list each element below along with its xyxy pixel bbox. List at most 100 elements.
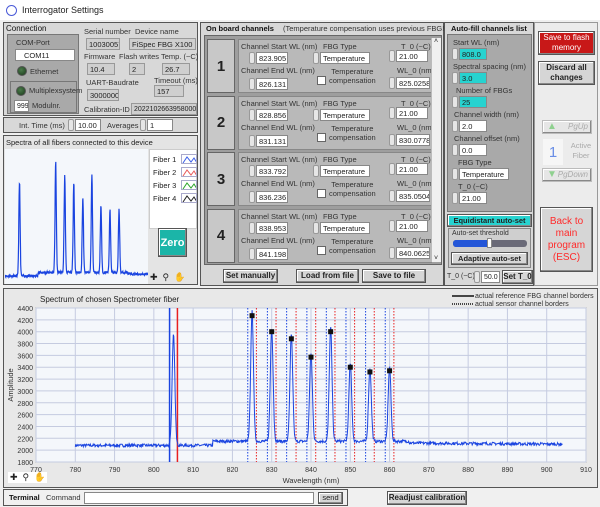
int-time-spinner[interactable] xyxy=(68,119,74,131)
start-wl-spinner[interactable] xyxy=(452,48,458,60)
scroll-down-icon[interactable]: ˅ xyxy=(434,255,438,262)
end-wl-spinner[interactable] xyxy=(249,247,255,260)
t0-input[interactable]: 21.00 xyxy=(396,50,428,62)
pgup-button[interactable]: ▲ PgUp xyxy=(542,120,592,134)
multiplex-led[interactable] xyxy=(16,86,26,96)
wl0-spinner[interactable] xyxy=(389,246,395,259)
legend-item[interactable]: Fiber 4 xyxy=(153,192,197,204)
send-button[interactable]: send xyxy=(318,492,343,504)
end-wl-input[interactable]: 841.198 xyxy=(256,247,288,260)
temperature-compensation-checkbox[interactable] xyxy=(317,189,326,198)
ethernet-led[interactable] xyxy=(17,66,27,76)
crosshair-icon[interactable]: ✚ xyxy=(10,472,18,483)
end-wl-input[interactable]: 826.131 xyxy=(256,78,288,90)
back-to-main-button[interactable]: Back to main program (ESC) xyxy=(540,207,593,272)
start-wl-spinner[interactable] xyxy=(249,108,255,121)
wl0-input[interactable]: 835.0504 xyxy=(396,190,430,202)
t0-input[interactable]: 21.00 xyxy=(396,106,428,119)
autofill-type-spinner[interactable] xyxy=(452,168,458,180)
wl0-input[interactable]: 830.0778 xyxy=(396,133,430,146)
equidistant-autoset-button[interactable]: Equidistant auto-set xyxy=(447,214,532,227)
wl0-input[interactable]: 825.0258 xyxy=(396,77,430,89)
all-fibers-plot[interactable] xyxy=(5,149,148,284)
fbg-count-input[interactable]: 25 xyxy=(459,96,487,108)
width-spinner[interactable] xyxy=(452,120,458,132)
zoom-icon[interactable]: ⚲ xyxy=(23,472,30,483)
fbg-type-spinner[interactable] xyxy=(313,52,319,64)
temperature-compensation-checkbox[interactable] xyxy=(317,245,326,255)
width-input[interactable]: 2.0 xyxy=(459,120,487,132)
spacing-input[interactable]: 3.0 xyxy=(459,72,487,84)
channel-number[interactable]: 4 xyxy=(207,208,235,263)
t0-spinner[interactable] xyxy=(389,106,395,119)
save-to-file-button[interactable]: Save to file xyxy=(362,269,426,283)
wl0-input[interactable]: 840.0625 xyxy=(396,246,430,259)
command-input[interactable] xyxy=(84,492,314,504)
start-wl-input[interactable]: 833.792 xyxy=(256,165,288,177)
discard-changes-button[interactable]: Discard all changes xyxy=(538,61,595,85)
com-port-select[interactable]: COM11 xyxy=(15,49,75,61)
start-wl-spinner[interactable] xyxy=(249,165,255,177)
fbg-count-spinner[interactable] xyxy=(452,96,458,108)
set-t0-button[interactable]: Set T_0 xyxy=(502,270,533,284)
end-wl-spinner[interactable] xyxy=(249,191,255,203)
channel-number[interactable]: 3 xyxy=(207,152,235,206)
zoom-icon[interactable]: ⚲ xyxy=(163,272,170,283)
fbg-type-select[interactable]: Temperature xyxy=(320,52,370,64)
start-wl-input[interactable]: 838.953 xyxy=(256,221,288,234)
channels-scrollbar[interactable]: ˄ ˅ xyxy=(431,38,441,262)
crosshair-icon[interactable]: ✚ xyxy=(150,272,158,283)
autofill-t0-spinner[interactable] xyxy=(452,192,458,204)
t0-spinner[interactable] xyxy=(389,50,395,62)
start-wl-input[interactable]: 828.856 xyxy=(256,108,288,121)
spacing-spinner[interactable] xyxy=(452,72,458,84)
fbg-type-select[interactable]: Temperature xyxy=(320,165,370,177)
legend-item[interactable]: Fiber 1 xyxy=(153,153,197,165)
save-flash-button[interactable]: Save to flash memory xyxy=(538,31,595,55)
temperature-compensation-checkbox[interactable] xyxy=(317,132,326,142)
pan-hand-icon[interactable]: ✋ xyxy=(174,272,185,283)
zero-button[interactable]: Zero xyxy=(158,228,187,257)
offset-spinner[interactable] xyxy=(452,144,458,156)
fbg-type-select[interactable]: Temperature xyxy=(320,108,370,121)
adaptive-autoset-button[interactable]: Adaptive auto-set xyxy=(451,252,528,265)
fbg-type-spinner[interactable] xyxy=(313,165,319,177)
start-wl-input[interactable]: 808.0 xyxy=(459,48,487,60)
autofill-type-select[interactable]: Temperature xyxy=(459,168,509,180)
wl0-spinner[interactable] xyxy=(389,133,395,146)
wl0-spinner[interactable] xyxy=(389,77,395,89)
fbg-type-spinner[interactable] xyxy=(313,108,319,121)
threshold-handle[interactable] xyxy=(487,238,492,248)
fbg-type-spinner[interactable] xyxy=(313,221,319,234)
int-time-input[interactable]: 10.00 xyxy=(75,119,101,131)
offset-input[interactable]: 0.0 xyxy=(459,144,487,156)
autofill-t0-input[interactable]: 21.00 xyxy=(459,192,487,204)
set-manually-button[interactable]: Set manually xyxy=(223,269,278,283)
start-wl-spinner[interactable] xyxy=(249,52,255,64)
start-wl-spinner[interactable] xyxy=(249,221,255,234)
end-wl-input[interactable]: 836.236 xyxy=(256,191,288,203)
end-wl-input[interactable]: 831.131 xyxy=(256,134,288,147)
averages-input[interactable]: 1 xyxy=(147,119,173,131)
set-t0-spinner[interactable] xyxy=(474,271,480,283)
end-wl-spinner[interactable] xyxy=(249,78,255,90)
fbg-type-select[interactable]: Temperature xyxy=(320,221,370,234)
temperature-compensation-checkbox[interactable] xyxy=(317,76,326,85)
readjust-calibration-button[interactable]: Readjust calibration xyxy=(387,491,467,505)
t0-input[interactable]: 21.00 xyxy=(396,219,428,232)
wl0-spinner[interactable] xyxy=(389,190,395,202)
t0-input[interactable]: 21.00 xyxy=(396,163,428,175)
t0-spinner[interactable] xyxy=(389,219,395,232)
modul-number-input[interactable]: 999 xyxy=(14,100,29,112)
pgdown-button[interactable]: ▼ PgDown xyxy=(542,168,592,182)
pan-hand-icon[interactable]: ✋ xyxy=(34,472,45,483)
channel-number[interactable]: 2 xyxy=(207,95,235,150)
scroll-up-icon[interactable]: ˄ xyxy=(434,38,438,45)
channel-number[interactable]: 1 xyxy=(207,39,235,93)
set-t0-input[interactable]: 50.0 xyxy=(481,271,500,283)
averages-spinner[interactable] xyxy=(140,119,146,131)
start-wl-input[interactable]: 823.905 xyxy=(256,52,288,64)
end-wl-spinner[interactable] xyxy=(249,134,255,147)
threshold-slider[interactable] xyxy=(453,238,527,248)
terminal-tab[interactable]: Terminal xyxy=(9,493,40,502)
